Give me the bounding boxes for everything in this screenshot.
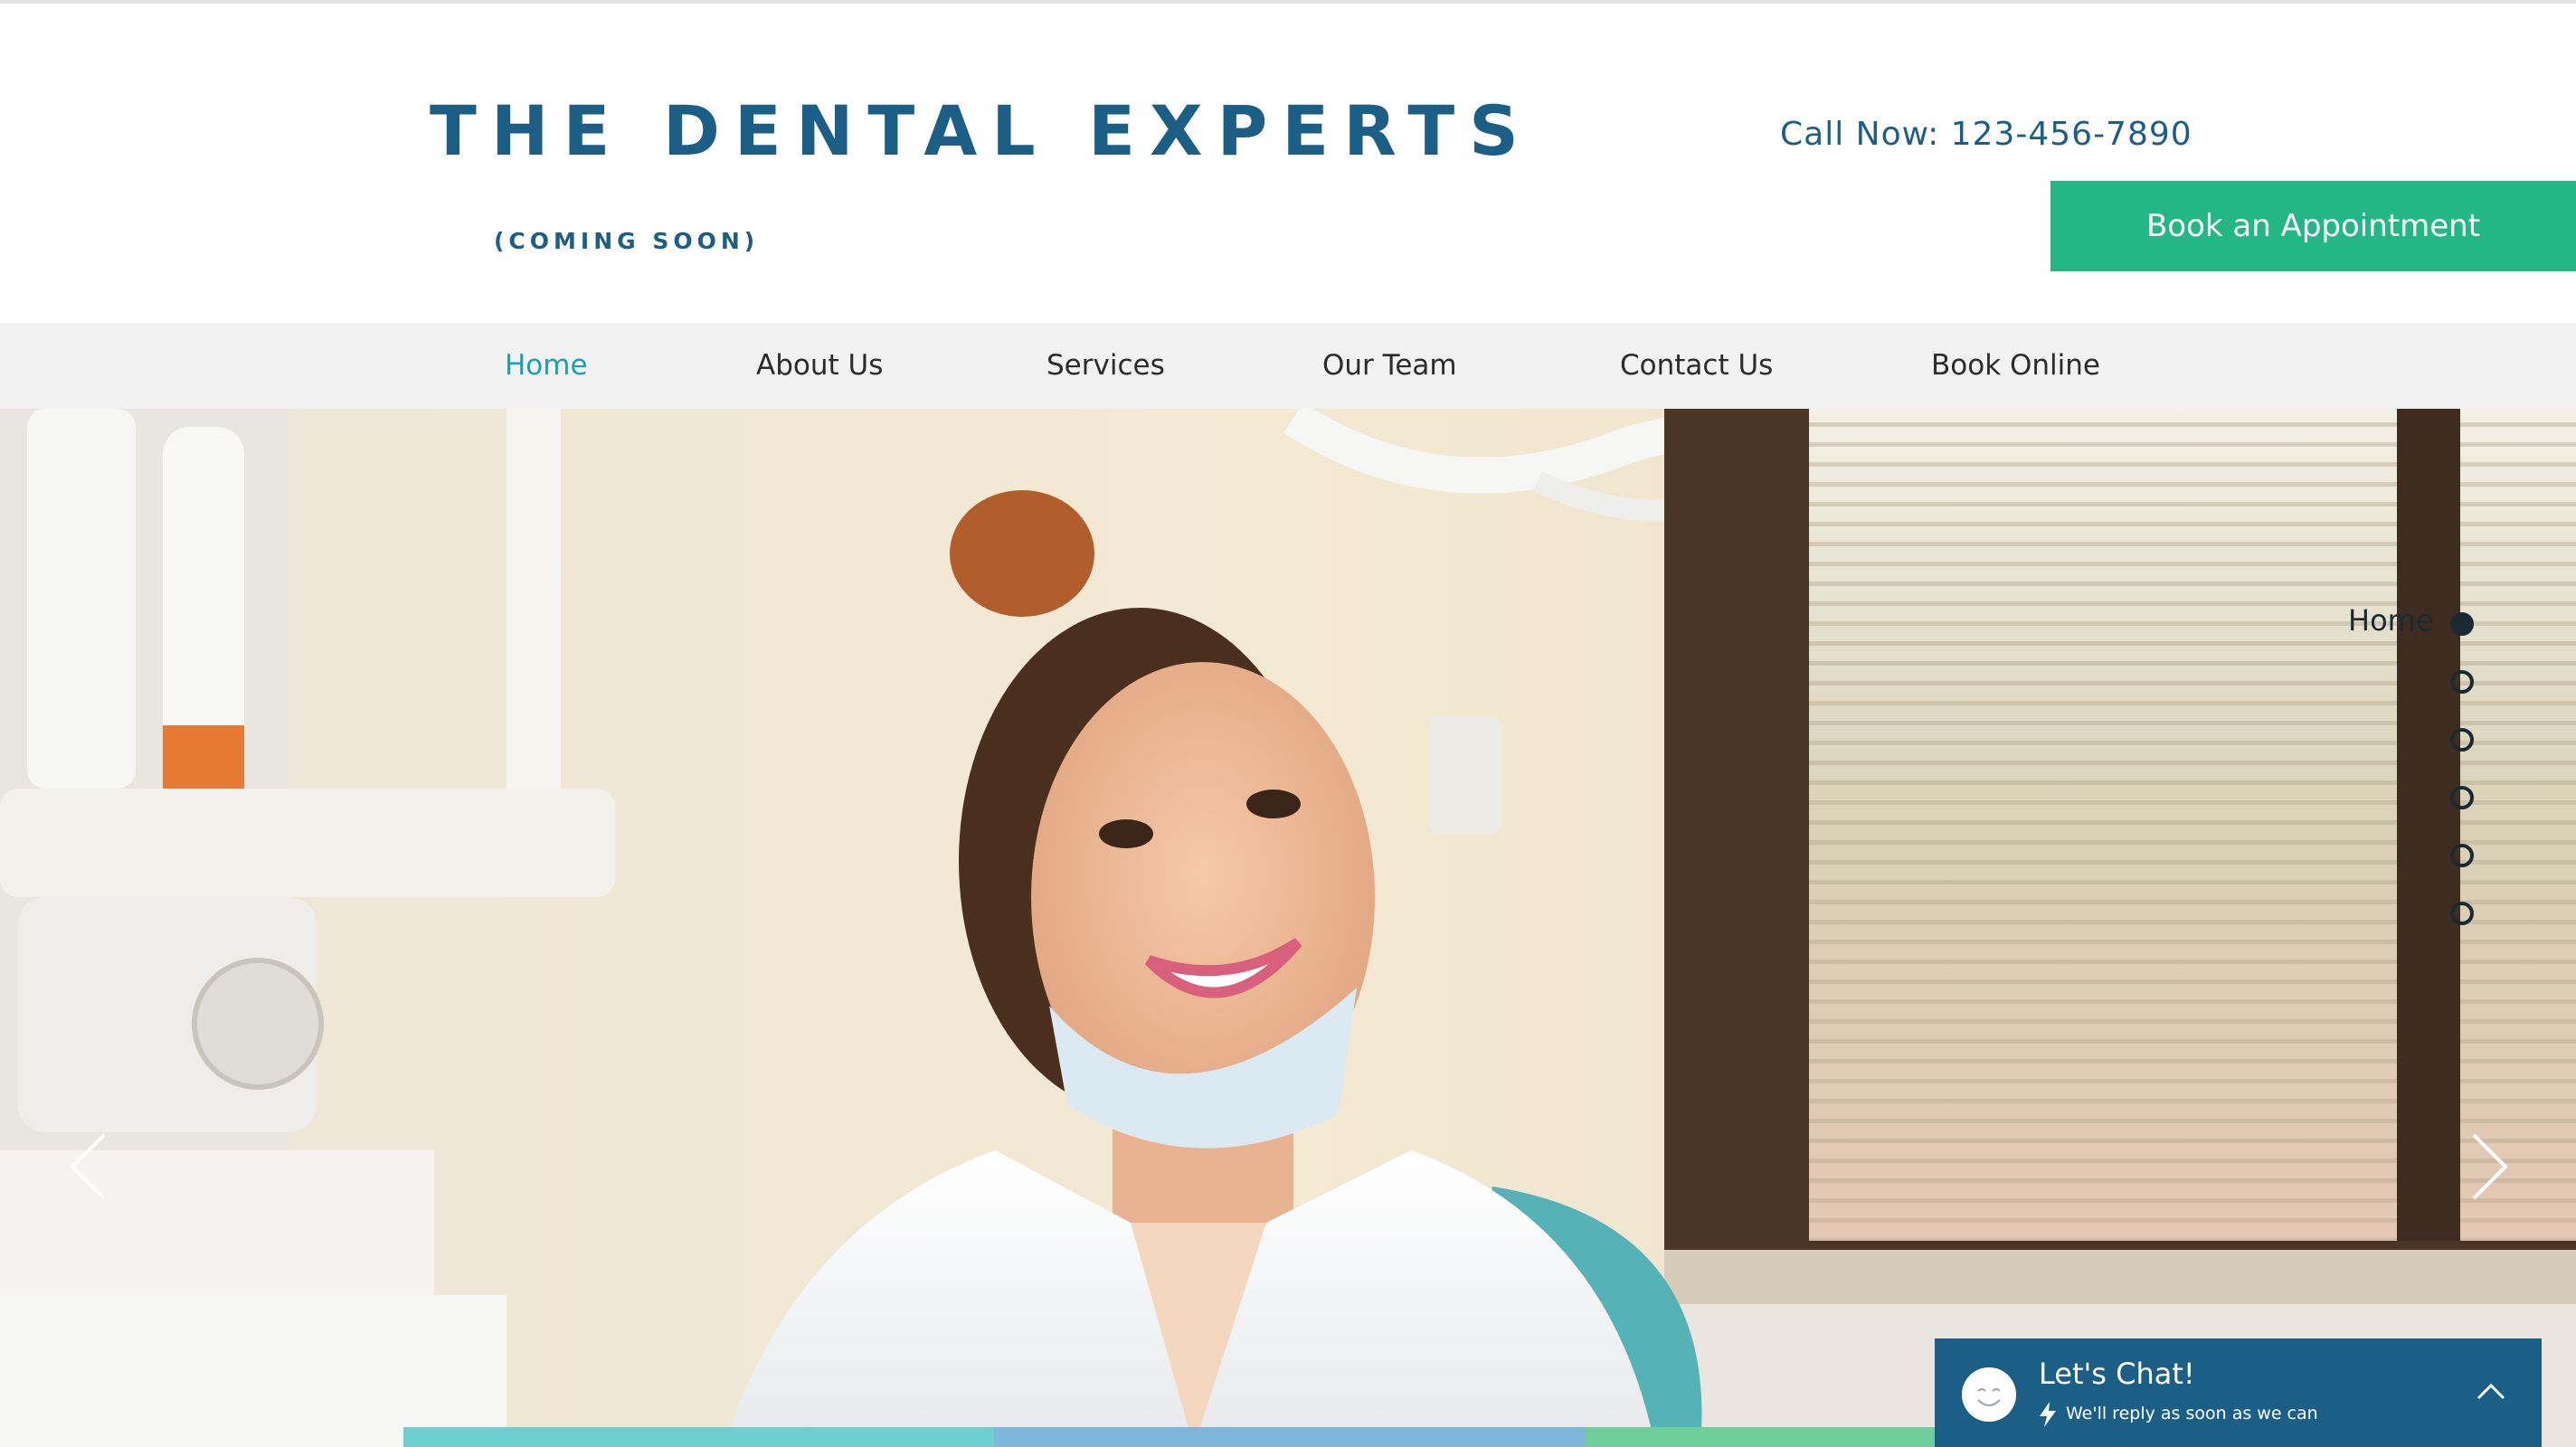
dot-nav-item-3[interactable] [2450,728,2474,752]
call-now-text[interactable]: Call Now: 123-456-7890 [1780,116,2192,153]
chat-title: Let's Chat! [2039,1357,2195,1391]
nav-item-services[interactable]: Services [1046,323,1165,409]
dot-nav-label: Home [2348,603,2434,638]
nav-item-book-online[interactable]: Book Online [1931,323,2100,409]
nav-item-home[interactable]: Home [505,323,588,409]
main-nav: Home About Us Services Our Team Contact … [0,323,2576,409]
top-divider [0,0,2576,4]
dot-nav-item-1[interactable] [2450,612,2474,636]
hero-image [0,409,2576,1447]
nav-item-contact-us[interactable]: Contact Us [1620,323,1773,409]
lightning-bolt-icon [2040,1402,2056,1427]
bottom-strip-blue [994,1427,1586,1447]
hero-slideshow [0,409,2576,1447]
chevron-up-icon[interactable] [2475,1380,2507,1402]
book-appointment-button[interactable]: Book an Appointment [2050,181,2576,271]
smiley-avatar-icon [1962,1367,2016,1422]
nav-item-about-us[interactable]: About Us [756,323,883,409]
site-title[interactable]: THE DENTAL EXPERTS [430,90,1533,171]
bottom-strip-teal [403,1427,994,1447]
chevron-left-icon[interactable] [63,1130,118,1203]
dot-nav-item-6[interactable] [2450,902,2474,925]
chat-subtitle: We'll reply as soon as we can [2066,1404,2318,1423]
site-tagline: (COMING SOON) [494,228,760,254]
dot-nav-item-5[interactable] [2450,844,2474,867]
nav-item-our-team[interactable]: Our Team [1322,323,1457,409]
chevron-right-icon[interactable] [2460,1130,2514,1203]
dot-nav-item-2[interactable] [2450,670,2474,694]
chat-widget[interactable]: Let's Chat! We'll reply as soon as we ca… [1935,1338,2542,1447]
dot-nav-item-4[interactable] [2450,786,2474,809]
bottom-strip-green [1586,1427,1935,1447]
